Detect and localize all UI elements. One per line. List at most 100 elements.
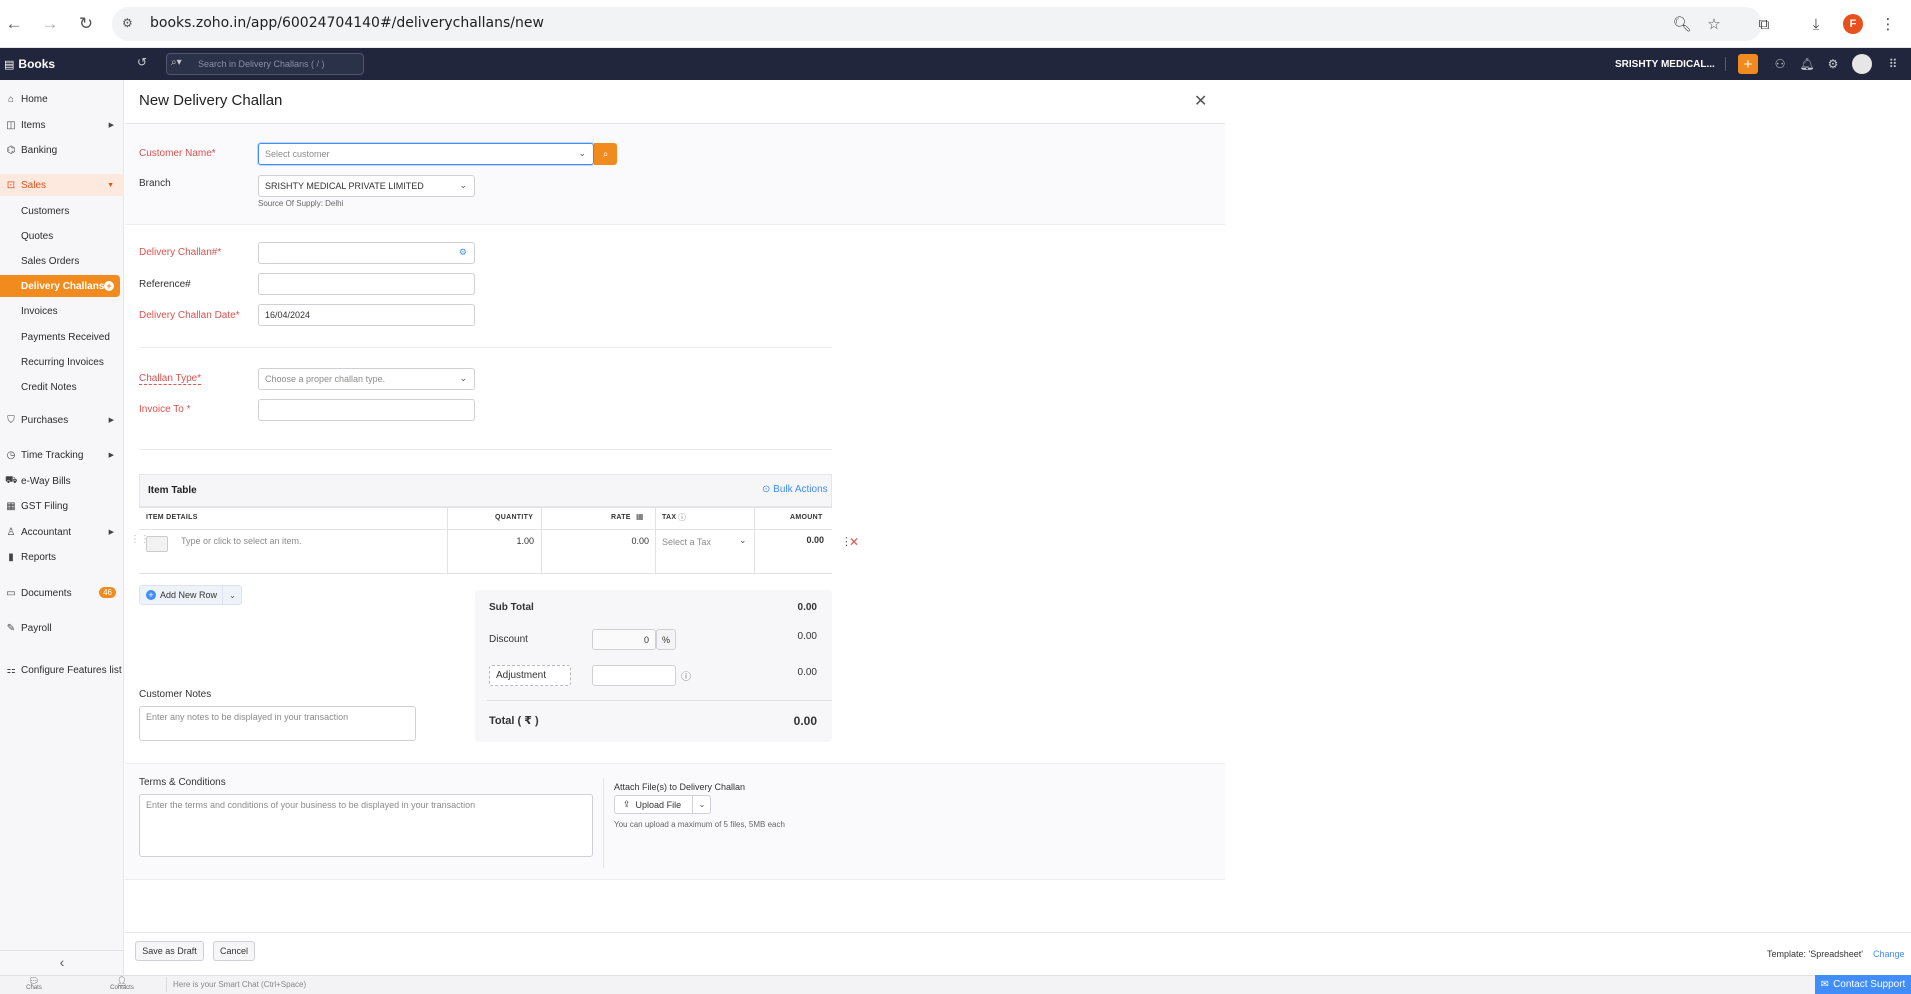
customer-notes-textarea[interactable]: Enter any notes to be displayed in your … bbox=[139, 706, 416, 741]
discount-label: Discount bbox=[489, 634, 528, 645]
reload-icon[interactable]: ↻ bbox=[74, 12, 98, 36]
remove-row-icon[interactable]: ✕ bbox=[849, 535, 859, 549]
sidebar-item-documents[interactable]: ▭ Documents 46 bbox=[0, 582, 124, 604]
sidebar-item-recurring-invoices[interactable]: Recurring Invoices bbox=[0, 351, 124, 373]
calculator-icon[interactable]: ▦ bbox=[636, 512, 644, 521]
url-text: books.zoho.in/app/60024704140#/deliveryc… bbox=[150, 15, 544, 31]
invoice-to-label: Invoice To * bbox=[139, 404, 191, 415]
user-avatar[interactable] bbox=[1852, 54, 1872, 74]
column-divider bbox=[447, 507, 448, 573]
close-icon[interactable]: ✕ bbox=[1194, 91, 1207, 111]
save-as-draft-button[interactable]: Save as Draft bbox=[135, 941, 204, 961]
sidebar-item-invoices[interactable]: Invoices bbox=[0, 300, 124, 322]
cancel-button[interactable]: Cancel bbox=[213, 941, 255, 961]
help-icon[interactable]: ⓘ bbox=[681, 668, 691, 683]
sidebar-item-customers[interactable]: Customers bbox=[0, 200, 124, 222]
upload-options-dropdown[interactable]: ⌄ bbox=[692, 795, 711, 814]
item-details-input[interactable]: Type or click to select an item. bbox=[181, 536, 302, 546]
customer-search-button[interactable]: ⌕ bbox=[594, 143, 617, 165]
expand-arrow-icon: ▶ bbox=[108, 417, 114, 424]
customer-select[interactable]: Select customer ⌄ bbox=[258, 143, 594, 165]
branch-select[interactable]: SRISHTY MEDICAL PRIVATE LIMITED ⌄ bbox=[258, 175, 475, 197]
delivery-challan-date-label: Delivery Challan Date* bbox=[139, 310, 240, 321]
sidebar-collapse-button[interactable]: ‹ bbox=[0, 950, 124, 972]
terms-textarea[interactable]: Enter the terms and conditions of your b… bbox=[139, 794, 593, 857]
contacts-button[interactable]: 👤︎ Contacts bbox=[107, 976, 137, 991]
sidebar-item-quotes[interactable]: Quotes bbox=[0, 225, 124, 247]
browser-profile-avatar[interactable]: F bbox=[1843, 14, 1863, 34]
sidebar-item-payroll[interactable]: ✎ Payroll bbox=[0, 617, 124, 639]
back-arrow-icon[interactable]: ← bbox=[2, 12, 26, 36]
quick-create-button[interactable]: + bbox=[1738, 54, 1758, 74]
header-divider bbox=[1725, 57, 1726, 71]
branch-label: Branch bbox=[139, 178, 171, 189]
table-header-bottom-line bbox=[139, 529, 832, 530]
adjustment-input[interactable] bbox=[592, 665, 676, 686]
app-grid-icon[interactable]: ⠿ bbox=[1884, 55, 1902, 73]
add-delivery-challan-icon[interactable]: + bbox=[104, 281, 114, 291]
organization-switcher[interactable]: SRISHTY MEDICAL... bbox=[1615, 59, 1715, 70]
bookmark-star-icon[interactable]: ☆ bbox=[1702, 12, 1726, 36]
sidebar-item-sales-orders[interactable]: Sales Orders bbox=[0, 250, 124, 272]
sidebar-item-payments-received[interactable]: Payments Received bbox=[0, 326, 124, 348]
challan-type-select[interactable]: Choose a proper challan type. ⌄ bbox=[258, 368, 475, 390]
bag-icon: ⛉ bbox=[7, 414, 15, 426]
chevron-left-icon: ‹ bbox=[59, 953, 65, 970]
sidebar-item-credit-notes[interactable]: Credit Notes bbox=[0, 376, 124, 398]
info-icon[interactable]: ⓘ bbox=[678, 512, 686, 523]
referral-icon[interactable]: ⚇ bbox=[1771, 55, 1789, 73]
sidebar-item-configure-features[interactable]: ⚏ Configure Features list bbox=[0, 659, 124, 681]
reference-input[interactable] bbox=[258, 273, 475, 295]
sidebar-item-home[interactable]: ⌂ Home bbox=[0, 88, 124, 110]
template-name: Template: 'Spreadsheet' bbox=[1767, 949, 1863, 959]
browser-menu-icon[interactable]: ⋮ bbox=[1876, 12, 1900, 36]
form-footer bbox=[125, 932, 1911, 975]
payroll-icon: ✎ bbox=[6, 622, 16, 634]
sidebar-item-eway-bills[interactable]: ⛟ e-Way Bills bbox=[0, 470, 124, 492]
discount-unit-select[interactable]: % bbox=[656, 629, 676, 650]
delivery-challan-date-input[interactable]: 16/04/2024 bbox=[258, 304, 475, 326]
bulk-actions-link[interactable]: ⊙ Bulk Actions bbox=[762, 484, 828, 495]
bell-icon[interactable]: 🔔︎ bbox=[1798, 55, 1816, 73]
mail-icon: ✉ bbox=[1820, 979, 1830, 990]
recent-history-icon[interactable]: ↺ bbox=[137, 55, 147, 69]
sidebar-item-reports[interactable]: ▮ Reports bbox=[0, 546, 124, 568]
sidebar-item-accountant[interactable]: ♙ Accountant ▶ bbox=[0, 521, 124, 543]
chats-button[interactable]: 💬︎ Chats bbox=[19, 976, 49, 991]
sidebar-item-items[interactable]: ◫ Items ▶ bbox=[0, 114, 124, 136]
smart-chat-input[interactable]: Here is your Smart Chat (Ctrl+Space) bbox=[173, 980, 306, 989]
quantity-input[interactable]: 1.00 bbox=[450, 536, 534, 546]
accountant-icon: ♙ bbox=[6, 526, 16, 538]
sidebar-item-gst-filing[interactable]: ▦ GST Filing bbox=[0, 495, 124, 517]
tax-select[interactable]: Select a Tax bbox=[662, 537, 711, 547]
rate-input[interactable]: 0.00 bbox=[545, 536, 649, 546]
home-icon: ⌂ bbox=[7, 93, 15, 105]
section-divider bbox=[139, 449, 832, 450]
forward-arrow-icon[interactable]: → bbox=[38, 12, 62, 36]
customer-name-label: Customer Name* bbox=[139, 148, 216, 159]
brand-logo[interactable]: ▤ Books bbox=[0, 48, 124, 80]
gear-icon[interactable]: ⚙ bbox=[1824, 55, 1842, 73]
total-label: Total ( ₹ ) bbox=[489, 715, 539, 727]
column-header-item-details: ITEM DETAILS bbox=[146, 514, 198, 521]
add-row-options-dropdown[interactable]: ⌄ bbox=[222, 585, 242, 605]
site-info-icon[interactable]: ⚙ bbox=[122, 16, 133, 30]
change-template-link[interactable]: Change bbox=[1873, 949, 1905, 959]
sidebar-item-time-tracking[interactable]: ◷ Time Tracking ▶ bbox=[0, 444, 124, 466]
extensions-icon[interactable]: ⧉ bbox=[1752, 12, 1776, 36]
sidebar-item-banking[interactable]: ⌬ Banking bbox=[0, 139, 124, 161]
download-icon[interactable]: ⤓ bbox=[1804, 12, 1828, 36]
cart-icon: ⊡ bbox=[6, 179, 16, 191]
column-divider bbox=[754, 507, 755, 573]
sidebar-item-sales[interactable]: ⊡ Sales ▼ bbox=[0, 174, 124, 196]
contact-support-button[interactable]: ✉ Contact Support bbox=[1815, 975, 1911, 994]
zoom-icon[interactable]: 🔍︎ bbox=[1670, 12, 1694, 36]
gear-icon[interactable]: ⚙ bbox=[459, 247, 467, 258]
adjustment-label-input[interactable]: Adjustment bbox=[489, 665, 571, 686]
books-logo-icon: ▤ bbox=[4, 58, 15, 71]
delivery-challan-number-input[interactable]: ⚙ bbox=[258, 242, 475, 264]
invoice-to-input[interactable] bbox=[258, 399, 475, 421]
sidebar-item-delivery-challans[interactable]: Delivery Challans + bbox=[0, 275, 120, 297]
sidebar-item-purchases[interactable]: ⛉ Purchases ▶ bbox=[0, 409, 124, 431]
discount-input[interactable]: 0 bbox=[592, 629, 656, 650]
